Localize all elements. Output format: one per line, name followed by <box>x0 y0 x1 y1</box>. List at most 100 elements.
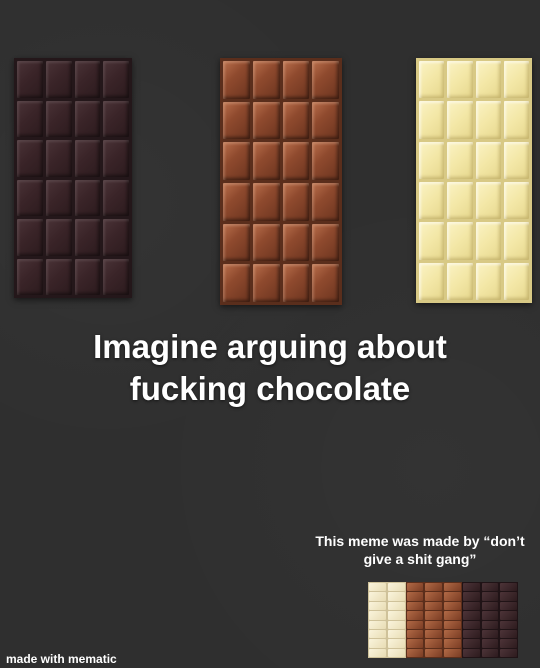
chocolate-piece <box>312 183 339 221</box>
mematic-watermark: made with mematic <box>6 652 117 666</box>
chocolate-piece <box>282 264 310 302</box>
chocolate-piece <box>17 179 43 216</box>
chocolate-piece <box>45 179 72 216</box>
mini-piece <box>425 592 442 601</box>
mini-piece <box>444 639 461 648</box>
chocolate-piece <box>103 258 129 295</box>
chocolate-piece <box>447 101 473 139</box>
chocolate-piece <box>447 141 473 179</box>
mini-piece <box>425 648 442 657</box>
chocolate-piece <box>312 61 339 99</box>
chocolate-piece <box>74 100 101 137</box>
meme-credit: This meme was made by “don’t give a shit… <box>290 532 540 568</box>
mini-piece <box>500 601 517 611</box>
mini-piece <box>444 611 461 620</box>
mini-piece <box>444 583 461 592</box>
mini-piece <box>387 611 405 620</box>
chocolate-piece <box>45 61 72 98</box>
chocolate-piece <box>17 219 43 256</box>
chocolate-piece <box>45 219 72 256</box>
mini-piece <box>369 620 386 629</box>
chocolate-piece <box>17 258 43 295</box>
chocolate-piece <box>312 142 339 180</box>
chocolate-piece <box>447 222 473 260</box>
chocolate-piece <box>312 223 339 262</box>
mini-piece <box>462 648 480 657</box>
mini-piece <box>406 648 424 657</box>
mini-piece <box>462 611 480 620</box>
mini-piece <box>369 592 386 601</box>
mini-piece <box>369 629 386 639</box>
mini-piece <box>481 601 499 611</box>
mini-bar-milk <box>443 582 462 658</box>
mini-piece <box>500 639 517 648</box>
chocolate-piece <box>103 179 129 216</box>
mini-piece <box>444 648 461 657</box>
chocolate-piece <box>74 219 101 256</box>
chocolate-piece <box>17 140 43 177</box>
mini-piece <box>406 629 424 639</box>
mini-piece <box>481 583 499 592</box>
chocolate-piece <box>223 101 250 140</box>
mini-piece <box>481 639 499 648</box>
mini-piece <box>500 620 517 629</box>
chocolate-piece <box>419 181 445 220</box>
chocolate-piece <box>252 101 280 140</box>
chocolate-piece <box>282 223 310 262</box>
chocolate-piece <box>74 179 101 216</box>
mini-piece <box>481 611 499 620</box>
mini-piece <box>500 648 517 657</box>
chocolate-piece <box>475 141 501 179</box>
mini-bar-milk <box>424 582 443 658</box>
mini-bar-milk <box>405 582 425 658</box>
mini-piece <box>481 629 499 639</box>
chocolate-piece <box>252 142 280 180</box>
mini-bar-dark <box>480 582 500 658</box>
mini-bar-white <box>386 582 406 658</box>
mini-bar-dark <box>499 582 518 658</box>
chocolate-piece <box>312 101 339 140</box>
chocolate-piece <box>45 258 72 295</box>
credit-line-1: This meme was made by “don’t <box>315 533 525 549</box>
mini-piece <box>500 583 517 592</box>
chocolate-piece <box>282 101 310 140</box>
meme-caption: Imagine arguing about fucking chocolate <box>0 326 540 410</box>
chocolate-piece <box>447 262 473 300</box>
chocolate-piece <box>503 101 529 139</box>
mini-piece <box>462 583 480 592</box>
mini-piece <box>481 592 499 601</box>
mini-piece <box>369 611 386 620</box>
mini-piece <box>425 601 442 611</box>
mini-piece <box>462 601 480 611</box>
chocolate-piece <box>282 142 310 180</box>
chocolate-piece <box>475 101 501 139</box>
mini-piece <box>425 620 442 629</box>
mini-piece <box>387 620 405 629</box>
chocolate-piece <box>223 142 250 180</box>
chocolate-piece <box>503 262 529 300</box>
chocolate-piece <box>475 222 501 260</box>
mini-bar-white <box>368 582 387 658</box>
chocolate-piece <box>419 101 445 139</box>
mini-bar-dark <box>461 582 481 658</box>
chocolate-piece <box>17 100 43 137</box>
chocolate-piece <box>282 183 310 221</box>
mini-piece <box>481 648 499 657</box>
chocolate-piece <box>503 61 529 99</box>
chocolate-piece <box>74 61 101 98</box>
mini-piece <box>444 620 461 629</box>
mini-piece <box>425 611 442 620</box>
mini-piece <box>444 592 461 601</box>
mini-piece <box>500 592 517 601</box>
chocolate-piece <box>103 61 129 98</box>
chocolate-piece <box>447 181 473 220</box>
milk-chocolate-bar <box>220 58 342 305</box>
chocolate-piece <box>45 100 72 137</box>
chocolate-piece <box>252 264 280 302</box>
chocolate-piece <box>103 140 129 177</box>
mini-piece <box>387 639 405 648</box>
chocolate-piece <box>103 219 129 256</box>
mini-piece <box>369 583 386 592</box>
chocolate-piece <box>475 181 501 220</box>
mini-piece <box>369 601 386 611</box>
